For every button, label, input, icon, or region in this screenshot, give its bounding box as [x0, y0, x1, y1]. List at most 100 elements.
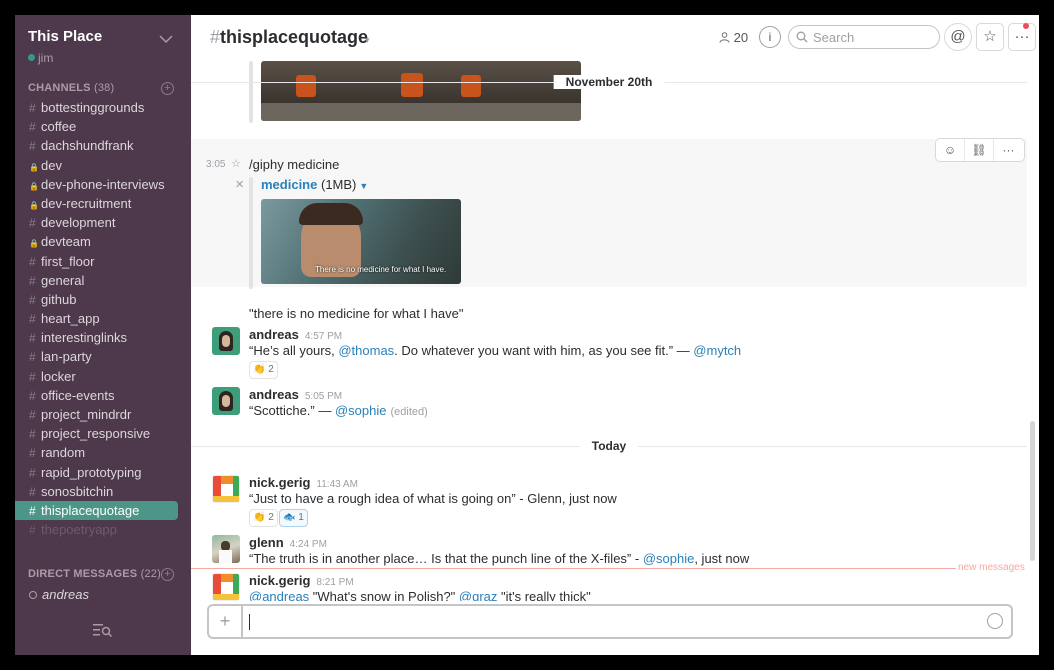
notification-badge	[1023, 23, 1029, 29]
sidebar-item-label: dev-phone-interviews	[41, 176, 165, 192]
sidebar-item-bottestinggrounds[interactable]: # bottestinggrounds	[15, 98, 191, 117]
add-dm-icon[interactable]: +	[161, 568, 174, 581]
message-time[interactable]: 8:21 PM	[316, 577, 353, 588]
search-placeholder: Search	[813, 30, 855, 45]
add-reaction-icon[interactable]: ☺	[936, 139, 965, 161]
channels-header[interactable]: CHANNELS (38)	[28, 82, 114, 94]
mention-link[interactable]: @sophie	[335, 403, 387, 418]
add-channel-icon[interactable]: +	[161, 82, 174, 95]
avatar[interactable]	[212, 387, 240, 415]
sidebar-item-github[interactable]: # github	[15, 290, 191, 309]
sidebar-item-office-events[interactable]: # office-events	[15, 386, 191, 405]
mention-link[interactable]: @graz	[459, 589, 498, 601]
close-icon[interactable]: ✕	[235, 178, 244, 191]
sidebar-item-label: development	[41, 215, 116, 231]
avatar[interactable]	[212, 475, 240, 503]
star-message-icon[interactable]: ☆	[231, 157, 241, 170]
sidebar-item-label: coffee	[41, 119, 77, 135]
message-author[interactable]: andreas 4:57 PM	[249, 327, 342, 342]
search-icon	[796, 31, 808, 43]
mention-link[interactable]: @thomas	[338, 343, 394, 358]
message-time[interactable]: 4:57 PM	[305, 331, 342, 342]
hash-icon: #	[29, 408, 36, 422]
mention-link[interactable]: @sophie	[643, 551, 695, 566]
avatar[interactable]	[212, 573, 240, 601]
sidebar-item-project_responsive[interactable]: # project_responsive	[15, 424, 191, 443]
caret-down-icon[interactable]: ▾	[365, 35, 370, 46]
previous-image[interactable]	[261, 61, 581, 121]
sidebar-item-thepoetryapp[interactable]: # thepoetryapp	[15, 520, 191, 539]
author-name: andreas	[249, 327, 299, 342]
sidebar-item-development[interactable]: # development	[15, 213, 191, 232]
mentions-icon[interactable]: @	[944, 23, 972, 51]
add-file-button[interactable]: +	[209, 606, 243, 637]
channel-title[interactable]: #thisplacequotage	[210, 27, 368, 48]
sidebar-item-sonosbitchin[interactable]: # sonosbitchin	[15, 482, 191, 501]
sidebar-item-devteam[interactable]: 🔒 devteam	[15, 232, 191, 251]
day-divider-label: Today	[579, 439, 639, 453]
message-time[interactable]: 5:05 PM	[305, 391, 342, 402]
link-icon[interactable]: ⛓	[965, 139, 994, 161]
sidebar-item-lan-party[interactable]: # lan-party	[15, 347, 191, 366]
message-author[interactable]: nick.gerig 11:43 AM	[249, 475, 358, 490]
giphy-image[interactable]: There is no medicine for what I have.	[261, 199, 461, 284]
hash-icon: #	[29, 331, 36, 346]
message-author[interactable]: nick.gerig 8:21 PM	[249, 573, 354, 588]
hash-icon: #	[29, 503, 36, 518]
emoji-icon[interactable]	[987, 613, 1003, 629]
reaction-fish[interactable]: 🐟 1	[279, 509, 308, 527]
chevron-down-icon[interactable]	[159, 34, 173, 44]
scrollbar[interactable]	[1030, 421, 1035, 561]
new-messages-label: new messages	[958, 562, 1025, 573]
day-divider: November 20th	[191, 75, 1027, 89]
quick-switcher-icon[interactable]	[93, 622, 113, 638]
sidebar-item-label: bottestinggrounds	[41, 100, 145, 115]
channel-name: thisplacequotage	[220, 27, 369, 47]
sidebar-item-dev-recruitment[interactable]: 🔒 dev-recruitment	[15, 194, 191, 213]
sidebar-item-dev-phone-interviews[interactable]: 🔒 dev-phone-interviews	[15, 175, 191, 194]
message-author[interactable]: glenn 4:24 PM	[249, 535, 327, 550]
member-count[interactable]: 20	[719, 30, 748, 45]
team-name[interactable]: This Place	[28, 28, 102, 45]
current-user[interactable]: jim	[28, 51, 53, 65]
message-author[interactable]: andreas 5:05 PM	[249, 387, 342, 402]
search-input[interactable]: Search	[788, 25, 940, 49]
mention-link[interactable]: @mytch	[693, 343, 741, 358]
sidebar-item-interestinglinks[interactable]: # interestinglinks	[15, 328, 191, 347]
avatar[interactable]	[212, 535, 240, 563]
sidebar-item-thisplacequotage[interactable]: # thisplacequotage	[15, 500, 178, 521]
sidebar-item-project_mindrdr[interactable]: # project_mindrdr	[15, 405, 191, 424]
sidebar-item-first_floor[interactable]: # first_floor	[15, 252, 191, 271]
sidebar-item-rapid_prototyping[interactable]: # rapid_prototyping	[15, 463, 191, 482]
message-time[interactable]: 11:43 AM	[316, 479, 358, 490]
sidebar-item-dachshundfrank[interactable]: # dachshundfrank	[15, 136, 191, 155]
avatar[interactable]	[212, 327, 240, 355]
star-icon[interactable]: ☆	[976, 23, 1004, 51]
more-icon[interactable]: ···	[1008, 23, 1036, 51]
hash-icon: #	[29, 350, 36, 365]
current-user-name: jim	[38, 51, 54, 65]
sidebar-item-coffee[interactable]: # coffee	[15, 117, 191, 136]
sidebar-item-dev[interactable]: 🔒 dev	[15, 156, 191, 175]
sidebar-item-label: dev-recruitment	[41, 195, 132, 211]
presence-active-icon	[28, 54, 35, 62]
message-text-part: "it's really thick"	[497, 589, 591, 601]
sidebar-item-random[interactable]: # random	[15, 443, 191, 462]
direct-messages-header[interactable]: DIRECT MESSAGES (22)	[28, 568, 161, 580]
message-pane: November 20th ☺ ⛓ ··· 3:05 ☆ /giphy medici…	[191, 61, 1039, 601]
reaction-clap[interactable]: 👏 2	[249, 361, 278, 379]
sidebar-item-general[interactable]: # general	[15, 271, 191, 290]
more-actions-icon[interactable]: ···	[994, 139, 1023, 161]
caret-down-icon[interactable]: ▼	[359, 181, 368, 191]
attachment-link[interactable]: medicine	[261, 177, 317, 192]
info-icon[interactable]: i	[759, 26, 781, 48]
sidebar-item-locker[interactable]: # locker	[15, 367, 191, 386]
message-input[interactable]: +	[207, 604, 1013, 639]
message-timestamp[interactable]: 3:05	[206, 159, 225, 170]
message-time[interactable]: 4:24 PM	[290, 539, 327, 550]
mention-link[interactable]: @andreas	[249, 589, 309, 601]
attachment-title[interactable]: medicine (1MB) ▼	[261, 177, 368, 192]
dm-item-andreas[interactable]: andreas	[29, 587, 89, 602]
sidebar-item-heart_app[interactable]: # heart_app	[15, 309, 191, 328]
reaction-clap[interactable]: 👏 2	[249, 509, 278, 527]
